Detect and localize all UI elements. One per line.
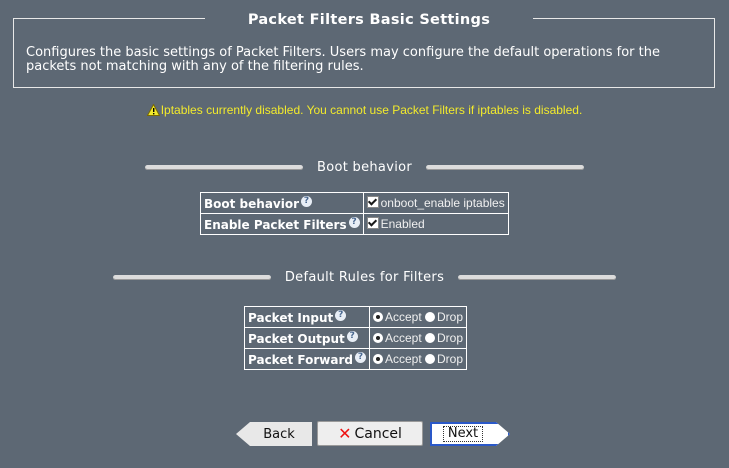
- cancel-button[interactable]: ✕ Cancel: [317, 421, 423, 446]
- section-divider-right: [426, 164, 584, 170]
- back-button-label: Back: [263, 426, 295, 442]
- back-button[interactable]: Back: [236, 422, 312, 446]
- cancel-button-label: Cancel: [354, 425, 402, 442]
- page-description: Configures the basic settings of Packet …: [26, 45, 660, 74]
- default-rules-table: Packet Input? Accept Drop Packet Output?…: [244, 306, 468, 370]
- packet-input-options: Accept Drop: [368, 306, 468, 328]
- next-button[interactable]: Next: [430, 422, 510, 446]
- boot-section-header: Boot behavior: [0, 157, 729, 177]
- help-icon[interactable]: ?: [354, 351, 366, 363]
- table-row: Packet Forward? Accept Drop: [244, 348, 468, 370]
- boot-section-title: Boot behavior: [316, 159, 412, 175]
- packet-output-drop-radio[interactable]: [425, 333, 435, 343]
- packet-output-label: Packet Output?: [244, 327, 370, 349]
- enable-packet-filters-label: Enable Packet Filters?: [200, 213, 364, 235]
- section-divider-right: [458, 274, 617, 280]
- boot-behavior-value: onboot_enable iptables: [362, 192, 509, 214]
- iptables-warning: Iptables currently disabled. You cannot …: [0, 103, 729, 119]
- rules-section-header: Default Rules for Filters: [0, 267, 729, 287]
- packet-forward-accept-radio[interactable]: [372, 354, 383, 364]
- table-row: Enable Packet Filters? Enabled: [200, 213, 509, 235]
- help-icon[interactable]: ?: [348, 216, 360, 228]
- page-title: Packet Filters Basic Settings: [205, 10, 533, 30]
- packet-output-accept-radio[interactable]: [372, 333, 383, 343]
- boot-behavior-table: Boot behavior? onboot_enable iptables En…: [200, 192, 509, 235]
- help-icon[interactable]: ?: [335, 309, 347, 321]
- warning-icon: [146, 103, 161, 119]
- packet-forward-label: Packet Forward?: [244, 348, 370, 370]
- enable-packet-filters-checkbox[interactable]: [366, 217, 379, 229]
- table-row: Packet Input? Accept Drop: [244, 306, 468, 328]
- boot-behavior-label: Boot behavior?: [200, 192, 364, 214]
- help-icon[interactable]: ?: [301, 195, 313, 207]
- section-divider-left: [144, 164, 303, 170]
- help-icon[interactable]: ?: [346, 330, 358, 342]
- packet-input-label: Packet Input?: [244, 306, 370, 328]
- table-row: Boot behavior? onboot_enable iptables: [200, 192, 509, 214]
- packet-forward-drop-radio[interactable]: [425, 354, 435, 364]
- warning-text: Iptables currently disabled. You cannot …: [160, 103, 583, 117]
- boot-behavior-checkbox[interactable]: [366, 196, 379, 208]
- section-divider-left: [112, 274, 271, 280]
- packet-output-options: Accept Drop: [368, 327, 468, 349]
- rules-section-title: Default Rules for Filters: [284, 269, 445, 285]
- close-icon: ✕: [338, 424, 352, 443]
- packet-input-accept-radio[interactable]: [372, 312, 383, 322]
- packet-input-drop-radio[interactable]: [425, 312, 435, 322]
- table-row: Packet Output? Accept Drop: [244, 327, 468, 349]
- enable-packet-filters-value: Enabled: [362, 213, 509, 235]
- next-button-label: Next: [443, 426, 483, 442]
- packet-forward-options: Accept Drop: [368, 348, 468, 370]
